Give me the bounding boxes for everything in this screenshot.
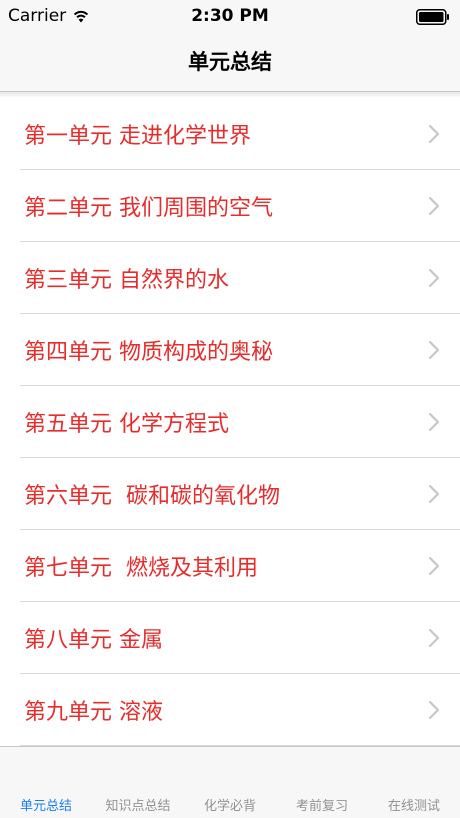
list-item-label: 第九单元 溶液 bbox=[24, 700, 163, 725]
chevron-right-icon bbox=[428, 556, 440, 576]
chevron-right-icon bbox=[428, 628, 440, 648]
chevron-right-icon bbox=[428, 700, 440, 720]
list-item-unit-7[interactable]: 第七单元 燃烧及其利用 bbox=[0, 530, 460, 602]
tab-label: 考前复习 bbox=[295, 799, 348, 814]
list-item-unit-1[interactable]: 第一单元 走进化学世界 bbox=[0, 98, 460, 170]
tab-unit-summary[interactable]: 单元总结 bbox=[0, 747, 92, 818]
status-bar: Carrier 2:30 PM bbox=[0, 0, 460, 34]
tab-list: 单元总结 知识点总结 化学必背 考前复习 在线测试 bbox=[0, 747, 460, 818]
list-item-unit-9[interactable]: 第九单元 溶液 bbox=[0, 674, 460, 746]
chevron-right-icon bbox=[428, 196, 440, 216]
status-time: 2:30 PM bbox=[191, 6, 269, 26]
list-item-label: 第七单元 燃烧及其利用 bbox=[24, 556, 258, 581]
chevron-right-icon bbox=[428, 484, 440, 504]
list-item-label: 第六单元 碳和碳的氧化物 bbox=[24, 484, 280, 509]
list-item-label: 第八单元 金属 bbox=[24, 628, 163, 653]
tab-bar: 单元总结 知识点总结 化学必背 考前复习 在线测试 bbox=[0, 746, 460, 818]
unit-list: 第一单元 走进化学世界 第二单元 我们周围的空气 第三单元 自然界的水 第四单元… bbox=[0, 98, 460, 746]
tab-online-test[interactable]: 在线测试 bbox=[368, 747, 460, 818]
tab-chemistry-essentials[interactable]: 化学必背 bbox=[184, 747, 276, 818]
tab-label: 知识点总结 bbox=[105, 799, 171, 814]
list-item-unit-4[interactable]: 第四单元 物质构成的奥秘 bbox=[0, 314, 460, 386]
chevron-right-icon bbox=[428, 124, 440, 144]
list-item-label: 第一单元 走进化学世界 bbox=[24, 124, 251, 149]
list-item-unit-3[interactable]: 第三单元 自然界的水 bbox=[0, 242, 460, 314]
tab-label: 化学必背 bbox=[203, 799, 256, 814]
tab-exam-review[interactable]: 考前复习 bbox=[276, 747, 368, 818]
list-item-label: 第五单元 化学方程式 bbox=[24, 412, 229, 437]
chevron-right-icon bbox=[428, 340, 440, 360]
chevron-right-icon bbox=[428, 412, 440, 432]
screen: Carrier 2:30 PM 单元总结 第一单元 走进化学世界 第二单元 我们… bbox=[0, 0, 460, 818]
list-item-label: 第四单元 物质构成的奥秘 bbox=[24, 340, 273, 365]
chevron-right-icon bbox=[428, 268, 440, 288]
tab-label: 在线测试 bbox=[387, 799, 440, 814]
page-title: 单元总结 bbox=[188, 50, 272, 74]
battery-icon bbox=[416, 9, 449, 25]
list-item-unit-2[interactable]: 第二单元 我们周围的空气 bbox=[0, 170, 460, 242]
list-item-label: 第三单元 自然界的水 bbox=[24, 268, 229, 293]
navigation-bar: 单元总结 bbox=[0, 34, 460, 92]
list-item-label: 第二单元 我们周围的空气 bbox=[24, 196, 273, 221]
list-item-unit-6[interactable]: 第六单元 碳和碳的氧化物 bbox=[0, 458, 460, 530]
tab-label: 单元总结 bbox=[19, 799, 72, 814]
tab-knowledge-summary[interactable]: 知识点总结 bbox=[92, 747, 184, 818]
list-item-unit-8[interactable]: 第八单元 金属 bbox=[0, 602, 460, 674]
list-item-unit-5[interactable]: 第五单元 化学方程式 bbox=[0, 386, 460, 458]
